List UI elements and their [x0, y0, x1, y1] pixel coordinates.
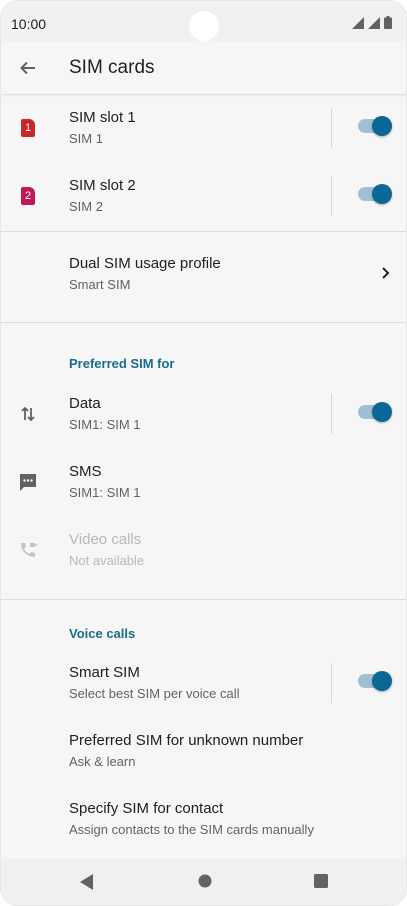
smart-sim-row[interactable]: Smart SIM Select best SIM per voice call [1, 650, 406, 718]
preferred-sim-header: Preferred SIM for [69, 356, 175, 371]
sms-icon [20, 474, 36, 491]
smart-sim-subtitle: Select best SIM per voice call [69, 686, 240, 701]
section-divider [1, 231, 406, 232]
sim-badge: 2 [21, 187, 35, 205]
specify-contact-label: Specify SIM for contact [69, 800, 224, 817]
nav-back-icon[interactable] [80, 874, 94, 890]
dual-sim-profile-row[interactable]: Dual SIM usage profile Smart SIM [1, 241, 406, 309]
smart-sim-label: Smart SIM [69, 664, 140, 681]
video-calls-label: Video calls [69, 531, 142, 548]
sms-row[interactable]: SMS SIM1: SIM 1 [1, 449, 406, 517]
dual-sim-label: Dual SIM usage profile [69, 255, 221, 272]
status-bar: 10:00 [1, 1, 406, 41]
section-divider [1, 322, 406, 323]
sim-slot-2-row[interactable]: 2 SIM slot 2 SIM 2 [1, 163, 406, 231]
unknown-number-subtitle: Ask & learn [69, 754, 136, 769]
back-button[interactable] [15, 55, 41, 81]
status-icons [352, 16, 392, 29]
sms-icon-wrap [17, 471, 39, 493]
sim-slot-1-subtitle: SIM 1 [69, 131, 103, 146]
specify-contact-row[interactable]: Specify SIM for contact Assign contacts … [1, 786, 406, 854]
sim-slot-1-label: SIM slot 1 [69, 109, 136, 126]
divider [331, 176, 332, 216]
video-icon-wrap [17, 539, 39, 561]
chevron-right-icon [382, 267, 390, 279]
video-calls-row: Video calls Not available [1, 517, 406, 585]
unknown-number-label: Preferred SIM for unknown number [69, 732, 304, 749]
data-toggle[interactable] [358, 402, 392, 422]
video-calls-subtitle: Not available [69, 553, 145, 568]
phone-screen: 10:00 SIM cards 1 SIM slot 1 SIM 1 2 SIM… [0, 0, 407, 906]
specify-contact-subtitle: Assign contacts to the SIM cards manuall… [69, 822, 314, 837]
swap-vert-icon [21, 406, 35, 422]
sim-badge: 1 [21, 119, 35, 137]
sim-slot-2-toggle[interactable] [358, 184, 392, 204]
data-subtitle: SIM1: SIM 1 [69, 417, 141, 432]
divider [331, 394, 332, 434]
signal-icon [352, 17, 364, 29]
app-bar: SIM cards [1, 41, 406, 95]
divider [331, 663, 332, 703]
navigation-bar [1, 859, 406, 905]
sim-slot-2-label: SIM slot 2 [69, 177, 136, 194]
toggle-knob [372, 116, 392, 136]
unknown-number-row[interactable]: Preferred SIM for unknown number Ask & l… [1, 718, 406, 786]
section-divider [1, 599, 406, 600]
toggle-knob [372, 402, 392, 422]
status-time: 10:00 [11, 16, 47, 32]
sim-slot-1-row[interactable]: 1 SIM slot 1 SIM 1 [1, 95, 406, 163]
smart-sim-toggle[interactable] [358, 671, 392, 691]
nav-recents-icon[interactable] [314, 874, 328, 888]
sim-2-icon: 2 [17, 185, 39, 207]
data-label: Data [69, 395, 101, 412]
back-arrow-icon [20, 61, 35, 75]
sim-1-icon: 1 [17, 117, 39, 139]
signal-icon [368, 17, 380, 29]
toggle-knob [372, 184, 392, 204]
voice-calls-header: Voice calls [69, 626, 136, 641]
sms-subtitle: SIM1: SIM 1 [69, 485, 141, 500]
video-call-icon [21, 543, 37, 557]
divider [331, 108, 332, 148]
data-icon-wrap [17, 403, 39, 425]
dual-sim-subtitle: Smart SIM [69, 277, 131, 292]
camera-cutout [189, 11, 219, 41]
battery-icon [384, 16, 392, 29]
sim-slot-1-toggle[interactable] [358, 116, 392, 136]
page-title: SIM cards [69, 57, 155, 78]
sim-slot-2-subtitle: SIM 2 [69, 199, 103, 214]
data-row[interactable]: Data SIM1: SIM 1 [1, 381, 406, 449]
nav-home-icon[interactable] [198, 874, 212, 888]
sms-label: SMS [69, 463, 102, 480]
toggle-knob [372, 671, 392, 691]
